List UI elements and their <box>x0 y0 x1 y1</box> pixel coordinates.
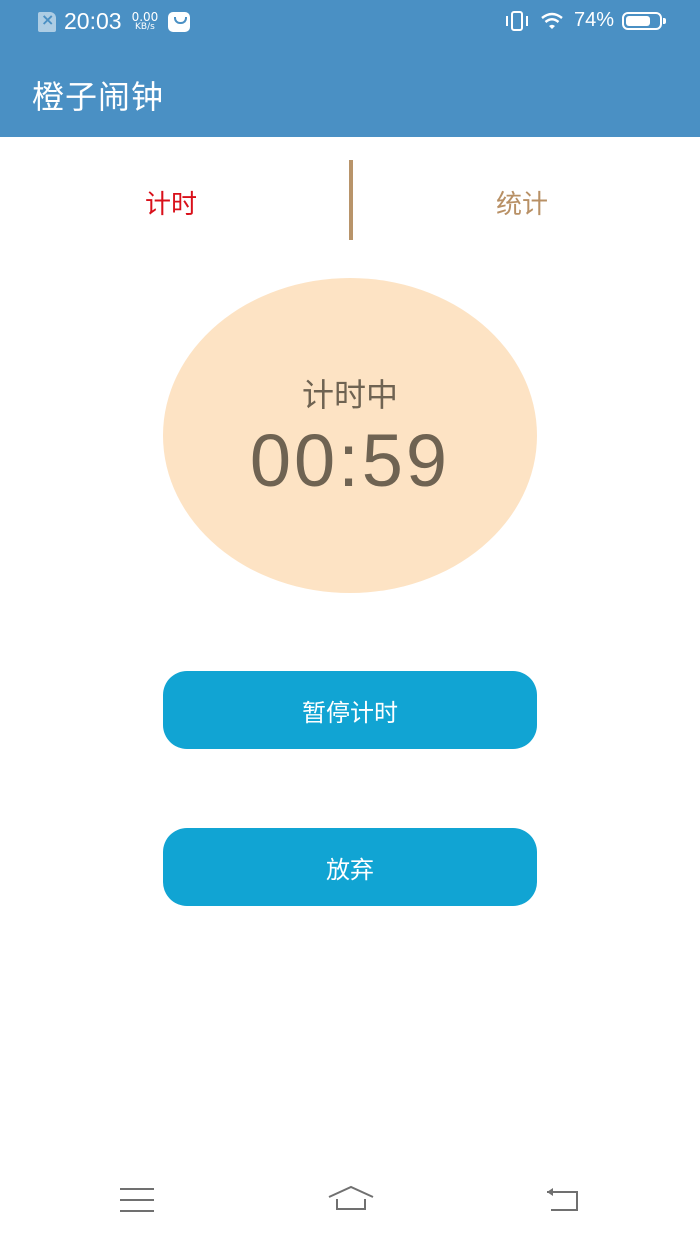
network-speed-value: 0.00 <box>131 9 159 24</box>
home-icon[interactable] <box>327 1184 375 1214</box>
network-speed: 0.00 KB/s <box>131 9 159 32</box>
timer-time: 00:59 <box>249 419 451 502</box>
wifi-icon <box>541 12 563 29</box>
navigation-bar <box>0 1174 700 1244</box>
network-speed-unit: KB/s <box>135 21 155 32</box>
back-icon[interactable] <box>545 1186 581 1214</box>
tab-statistics[interactable]: 统计 <box>496 184 548 221</box>
status-bar-left: 20:03 0.00 KB/s <box>38 8 191 35</box>
status-bar-right: 74% <box>504 9 666 32</box>
timer-display: 计时中 00:59 <box>163 278 537 593</box>
battery-icon <box>622 11 666 30</box>
give-up-button[interactable]: 放弃 <box>163 828 537 906</box>
tab-bar: 计时 统计 <box>0 160 700 240</box>
tab-timer[interactable]: 计时 <box>145 184 197 221</box>
menu-icon[interactable] <box>120 1188 154 1214</box>
timer-status: 计时中 <box>301 376 398 414</box>
vibrate-icon <box>505 10 528 31</box>
pause-timer-button[interactable]: 暂停计时 <box>163 671 537 749</box>
pause-timer-label: 暂停计时 <box>302 698 398 727</box>
status-bar: 20:03 0.00 KB/s 74% <box>0 0 700 46</box>
give-up-label: 放弃 <box>326 855 374 884</box>
header: 20:03 0.00 KB/s 74% 橙子闹钟 <box>0 0 700 137</box>
battery-percent: 74% <box>573 9 614 31</box>
message-icon <box>168 11 191 32</box>
sim-error-icon <box>38 10 56 32</box>
battery-fill <box>626 15 650 26</box>
status-time: 20:03 <box>64 8 122 34</box>
tab-divider <box>349 160 353 240</box>
app-title: 橙子闹钟 <box>32 78 165 116</box>
